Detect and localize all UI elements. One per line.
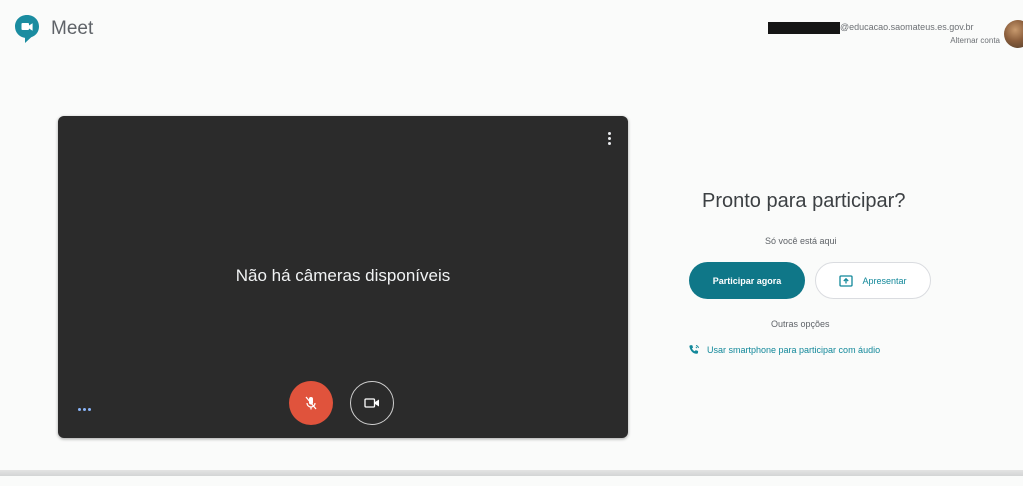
- ready-heading: Pronto para participar?: [702, 190, 906, 212]
- present-button-label: Apresentar: [862, 275, 907, 286]
- present-icon: [839, 274, 854, 287]
- avatar[interactable]: [1004, 20, 1023, 48]
- page-bottom-edge: [0, 470, 1023, 476]
- camera-icon: [364, 398, 379, 408]
- camera-toggle-button[interactable]: [350, 381, 394, 425]
- more-vert-icon[interactable]: [608, 132, 612, 148]
- no-camera-message: Não há câmeras disponíveis: [235, 266, 451, 285]
- participants-status: Só você está aqui: [765, 236, 837, 246]
- switch-account-link[interactable]: Alternar conta: [950, 36, 1000, 45]
- account-email: @educacao.saomateus.es.gov.br: [840, 22, 974, 32]
- other-options-label: Outras opções: [771, 319, 830, 329]
- present-button[interactable]: Apresentar: [815, 262, 931, 299]
- app-title: Meet: [51, 18, 94, 39]
- phone-audio-link[interactable]: Usar smartphone para participar com áudi…: [688, 344, 880, 356]
- phone-audio-label: Usar smartphone para participar com áudi…: [707, 345, 881, 355]
- meet-logo-icon[interactable]: [14, 14, 40, 44]
- mic-toggle-button[interactable]: [289, 381, 333, 425]
- redacted-account-name: [768, 22, 840, 34]
- top-bar: Meet @educacao.saomateus.es.gov.br Alter…: [0, 0, 1023, 60]
- join-now-button[interactable]: Participar agora: [689, 262, 805, 299]
- mic-off-icon: [305, 396, 317, 410]
- more-horiz-icon[interactable]: [78, 408, 91, 411]
- video-preview: Não há câmeras disponíveis: [58, 116, 628, 438]
- phone-icon: [689, 345, 699, 354]
